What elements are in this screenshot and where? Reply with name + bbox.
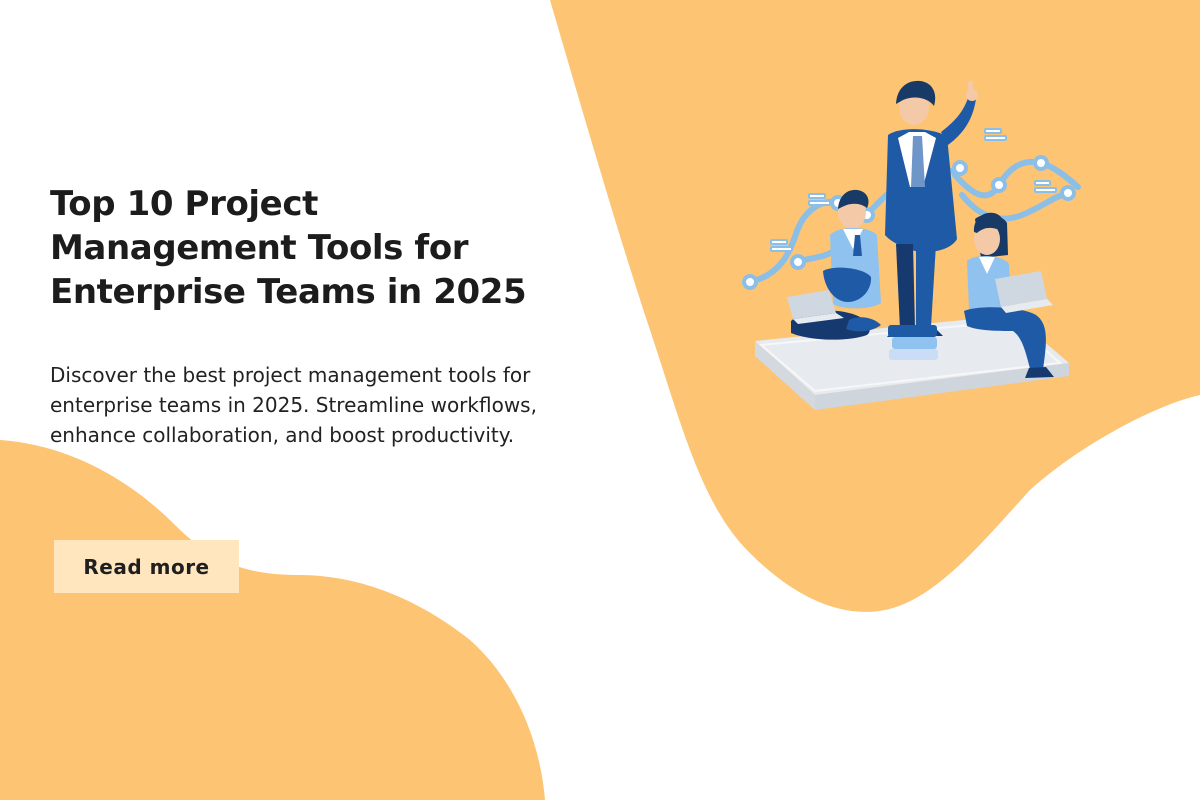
- headline: Top 10 Project Management Tools for Ente…: [50, 184, 527, 312]
- team-meeting-illustration: [742, 80, 1081, 410]
- standing-man: [885, 80, 978, 337]
- description: Discover the best project management too…: [50, 363, 537, 447]
- read-more-button[interactable]: Read more: [54, 540, 239, 593]
- bottom-left-blob: [0, 440, 545, 800]
- stacked-files: [888, 325, 938, 360]
- hero-content: Top 10 Project Management Tools for Ente…: [50, 182, 610, 450]
